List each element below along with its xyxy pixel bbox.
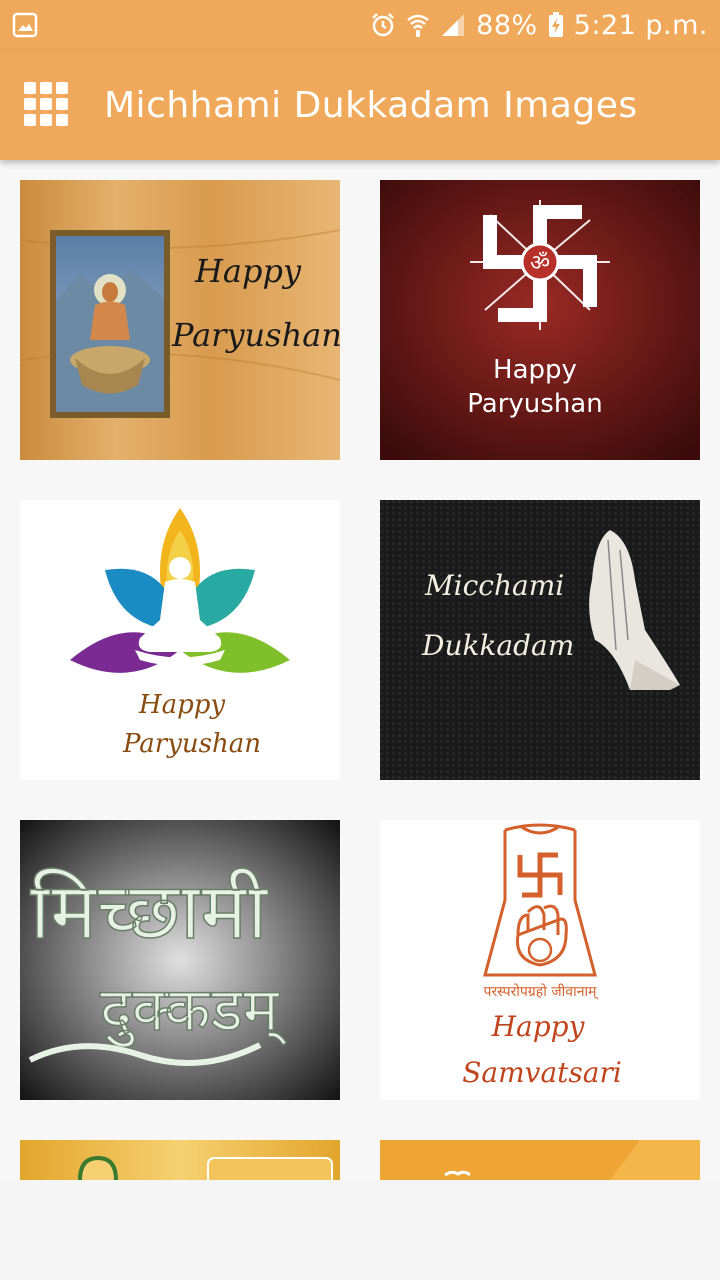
grid-menu-icon[interactable] (24, 82, 74, 128)
tile-5-line1: मिच्छामी (30, 867, 269, 957)
image-grid: Happy Paryushan ॐ Happy Paryushan Happy … (0, 160, 720, 1180)
gallery-notification-icon (12, 12, 38, 38)
tile-6-caption: परस्परोपग्रहो जीवानाम् (484, 983, 599, 1000)
battery-percent: 88% (476, 9, 538, 41)
wifi-icon (407, 14, 429, 37)
app-screen: 88% 5:21 p.m. Michhami Dukkadam Images H… (0, 0, 720, 1280)
tile-2-line1: Happy (493, 355, 577, 385)
tile-4-line1: Micchami (424, 569, 564, 602)
tile-3-line2: Paryushan (122, 729, 261, 759)
clock-time: 5:21 p.m. (573, 9, 708, 41)
status-bar: 88% 5:21 p.m. (0, 0, 720, 50)
page-title: Michhami Dukkadam Images (104, 84, 638, 126)
battery-charging-icon (548, 12, 563, 37)
tile-2-line2: Paryushan (467, 389, 602, 419)
image-tile-3[interactable]: Happy Paryushan (20, 500, 340, 780)
tile-1-line2: Paryushan (171, 316, 340, 354)
image-tile-7[interactable] (20, 1140, 340, 1180)
image-tile-2[interactable]: ॐ Happy Paryushan (380, 180, 700, 460)
image-tile-1[interactable]: Happy Paryushan (20, 180, 340, 460)
tile-3-line1: Happy (138, 690, 225, 720)
image-tile-8[interactable] (380, 1140, 700, 1180)
tile-4-line2: Dukkadam (421, 629, 574, 662)
svg-text:ॐ: ॐ (530, 251, 550, 276)
tile-1-line1: Happy (194, 252, 302, 290)
tile-6-line1: Happy (491, 1010, 586, 1043)
image-tile-4[interactable]: Micchami Dukkadam (380, 500, 700, 780)
bottom-blank-area (0, 1180, 720, 1280)
alarm-icon (372, 13, 395, 37)
signal-icon (442, 14, 465, 36)
app-bar: Michhami Dukkadam Images (0, 50, 720, 160)
image-tile-5[interactable]: मिच्छामी दुक्कडम् (20, 820, 340, 1100)
image-tile-6[interactable]: परस्परोपग्रहो जीवानाम् Happy Samvatsari (380, 820, 700, 1100)
tile-5-line2: दुक्कडम् (100, 975, 287, 1048)
tile-6-line2: Samvatsari (462, 1056, 622, 1089)
